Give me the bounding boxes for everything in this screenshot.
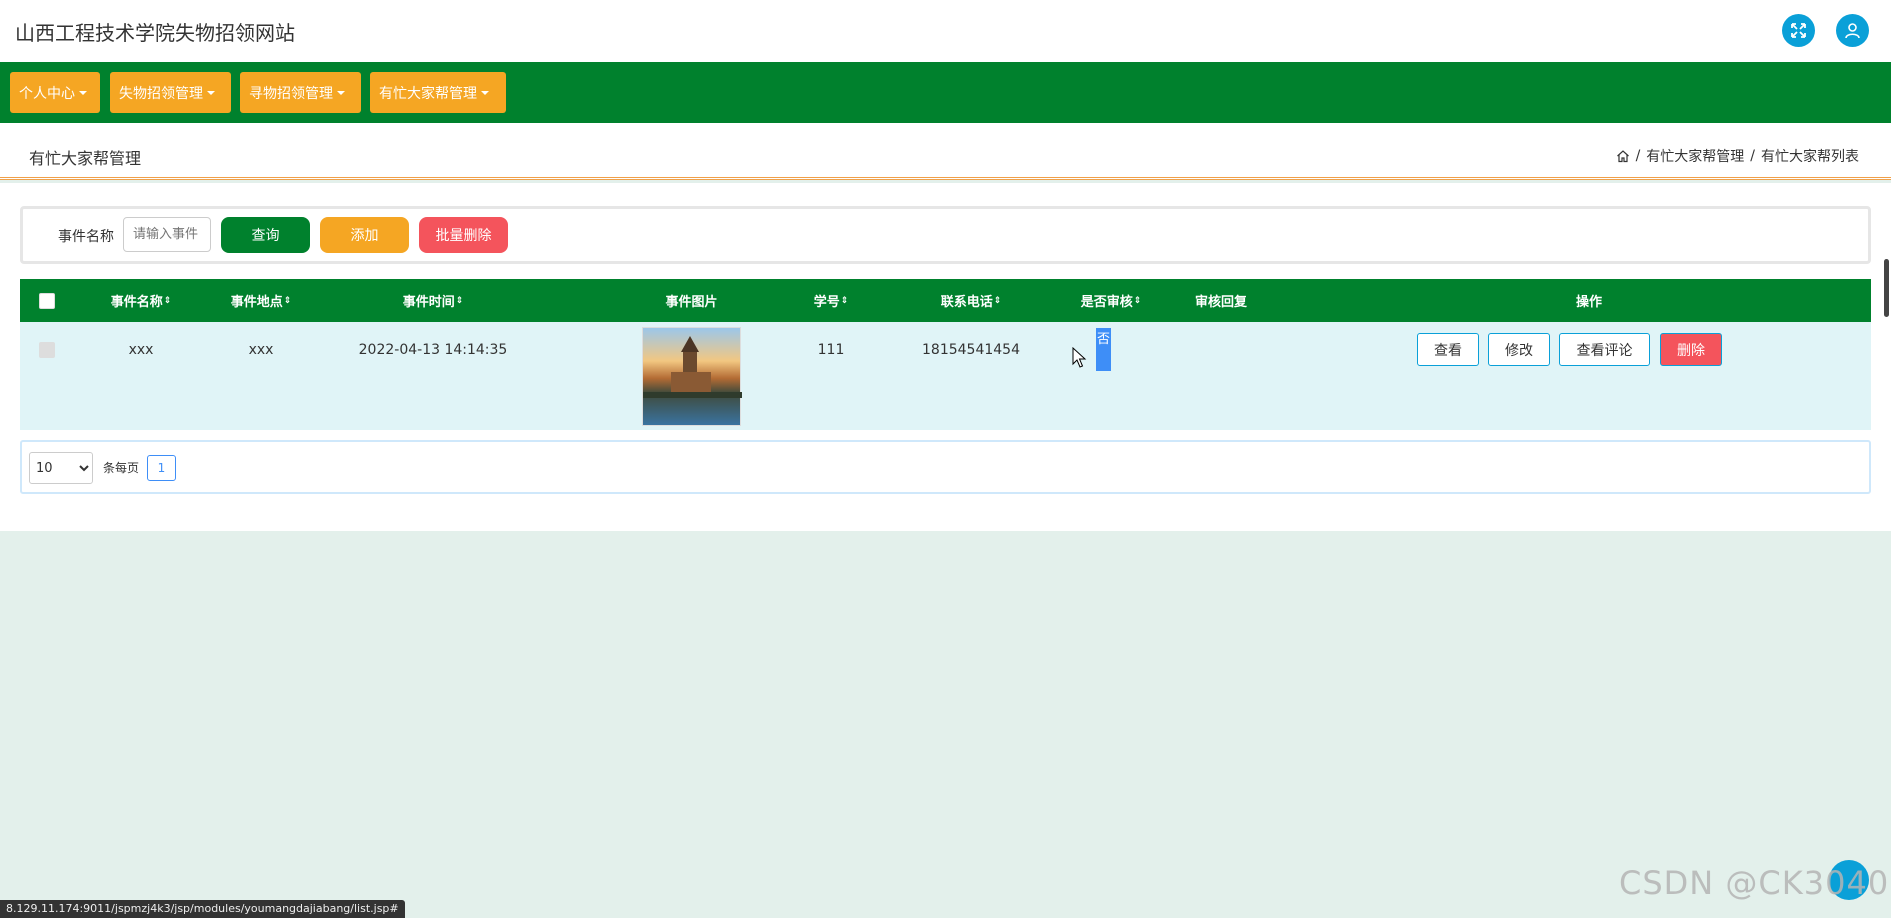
column-header-label: 事件时间: [402, 295, 455, 310]
search-label: 事件名称: [58, 229, 114, 245]
sort-icon[interactable]: ⇕: [1134, 296, 1142, 306]
cell-student-id: 111: [817, 342, 845, 358]
query-button[interactable]: 查询: [221, 217, 310, 253]
user-icon[interactable]: [1836, 14, 1869, 47]
column-header: 事件图片: [642, 279, 741, 322]
column-header-label: 事件地点: [230, 295, 283, 310]
nav-item-seek-found[interactable]: 寻物招领管理: [240, 72, 361, 113]
chevron-down-icon: [337, 90, 345, 95]
column-header: 审核回复: [1171, 279, 1271, 322]
watermark: CSDN @CK3040: [1619, 864, 1890, 902]
status-bar-url: 8.129.11.174:9011/jspmzj4k3/jsp/modules/…: [0, 900, 405, 918]
sort-icon[interactable]: ⇕: [456, 296, 464, 306]
page-title: 有忙大家帮管理: [29, 149, 142, 168]
add-button[interactable]: 添加: [320, 217, 409, 253]
breadcrumb-item: 有忙大家帮列表: [1761, 149, 1859, 165]
nav-item-label: 个人中心: [19, 85, 75, 102]
column-header[interactable]: 学号 ⇕: [781, 279, 881, 322]
column-header: 操作: [1291, 279, 1887, 322]
breadcrumb-separator: /: [1635, 148, 1641, 164]
cell-review-reply: [1171, 322, 1271, 378]
page-header: 有忙大家帮管理 / 有忙大家帮管理 / 有忙大家帮列表: [0, 123, 1891, 180]
table-header: 事件名称 ⇕ 事件地点 ⇕ 事件时间 ⇕ 事件图片 学号 ⇕ 联系电话 ⇕ 是否审核 ⇕ 审…: [20, 279, 1871, 322]
nav-item-label: 有忙大家帮管理: [379, 85, 477, 102]
main-nav: 个人中心 失物招领管理 寻物招领管理 有忙大家帮管理: [0, 62, 1891, 123]
review-status-badge[interactable]: 否: [1096, 328, 1111, 371]
row-checkbox[interactable]: [39, 342, 55, 358]
column-header-label: 事件名称: [110, 295, 163, 310]
select-all-checkbox[interactable]: [39, 292, 55, 309]
batch-delete-button[interactable]: 批量删除: [419, 217, 508, 253]
table-row: xxx xxx 2022-04-13 14:14:35 111 18154541…: [20, 322, 1871, 430]
nav-item-personal-center[interactable]: 个人中心: [10, 72, 100, 113]
view-button[interactable]: 查看: [1417, 333, 1479, 366]
breadcrumb-separator: /: [1750, 148, 1755, 164]
data-table: 事件名称 ⇕ 事件地点 ⇕ 事件时间 ⇕ 事件图片 学号 ⇕ 联系电话 ⇕ 是否审核 ⇕ 审…: [20, 279, 1871, 430]
nav-item-help-each-other[interactable]: 有忙大家帮管理: [370, 72, 506, 113]
page-size-select[interactable]: 10: [29, 452, 93, 484]
home-icon[interactable]: [1616, 149, 1630, 163]
page-number-button[interactable]: 1: [147, 455, 176, 481]
column-header[interactable]: 是否审核 ⇕: [1061, 279, 1161, 322]
cell-event-name: xxx: [128, 342, 154, 358]
view-comments-button[interactable]: 查看评论: [1559, 333, 1650, 366]
event-name-input[interactable]: [123, 217, 211, 252]
delete-button[interactable]: 删除: [1660, 333, 1722, 366]
nav-item-label: 失物招领管理: [119, 85, 203, 102]
per-page-label: 条每页: [103, 461, 140, 475]
row-select-cell: [20, 322, 74, 378]
expand-icon[interactable]: [1782, 14, 1815, 47]
column-header-label: 是否审核: [1080, 295, 1133, 310]
column-header[interactable]: 事件地点 ⇕: [201, 279, 321, 322]
breadcrumb-item[interactable]: 有忙大家帮管理: [1646, 146, 1744, 166]
sort-icon[interactable]: ⇕: [164, 296, 172, 306]
column-header-label: 事件图片: [665, 295, 718, 310]
chevron-down-icon: [79, 90, 87, 95]
sort-icon[interactable]: ⇕: [841, 296, 849, 306]
breadcrumb: / 有忙大家帮管理 / 有忙大家帮列表: [1616, 146, 1859, 166]
scrollbar[interactable]: [1881, 255, 1891, 321]
search-form: 事件名称 查询 添加 批量删除: [20, 206, 1871, 264]
column-header[interactable]: 联系电话 ⇕: [891, 279, 1051, 322]
chevron-down-icon: [207, 90, 215, 95]
nav-item-label: 寻物招领管理: [249, 85, 333, 102]
cell-event-time: 2022-04-13 14:14:35: [358, 342, 508, 358]
column-header-label: 学号: [813, 295, 840, 310]
content-panel: 事件名称 查询 添加 批量删除 事件名称⇕ 事件地点⇕ 事件时间⇕ 事件图片 学…: [0, 183, 1891, 531]
cell-event-location: xxx: [248, 342, 274, 358]
sort-icon[interactable]: ⇕: [284, 296, 292, 306]
select-all-cell: [20, 279, 74, 322]
column-header[interactable]: 事件时间 ⇕: [321, 279, 545, 322]
chevron-down-icon: [481, 90, 489, 95]
column-header[interactable]: 事件名称 ⇕: [81, 279, 201, 322]
top-bar: 山西工程技术学院失物招领网站: [0, 0, 1891, 62]
column-header-label: 操作: [1575, 295, 1602, 310]
edit-button[interactable]: 修改: [1488, 333, 1550, 366]
mouse-cursor-icon: [1072, 347, 1087, 368]
scrollbar-thumb[interactable]: [1884, 259, 1889, 317]
pagination: 10 条每页 1: [20, 440, 1871, 494]
site-title: 山西工程技术学院失物招领网站: [15, 21, 295, 45]
cell-phone: 18154541454: [922, 342, 1020, 358]
column-header-label: 审核回复: [1194, 295, 1247, 310]
column-header-label: 联系电话: [940, 295, 993, 310]
sort-icon[interactable]: ⇕: [994, 296, 1002, 306]
event-image: [642, 327, 742, 426]
nav-item-lost-found[interactable]: 失物招领管理: [110, 72, 231, 113]
